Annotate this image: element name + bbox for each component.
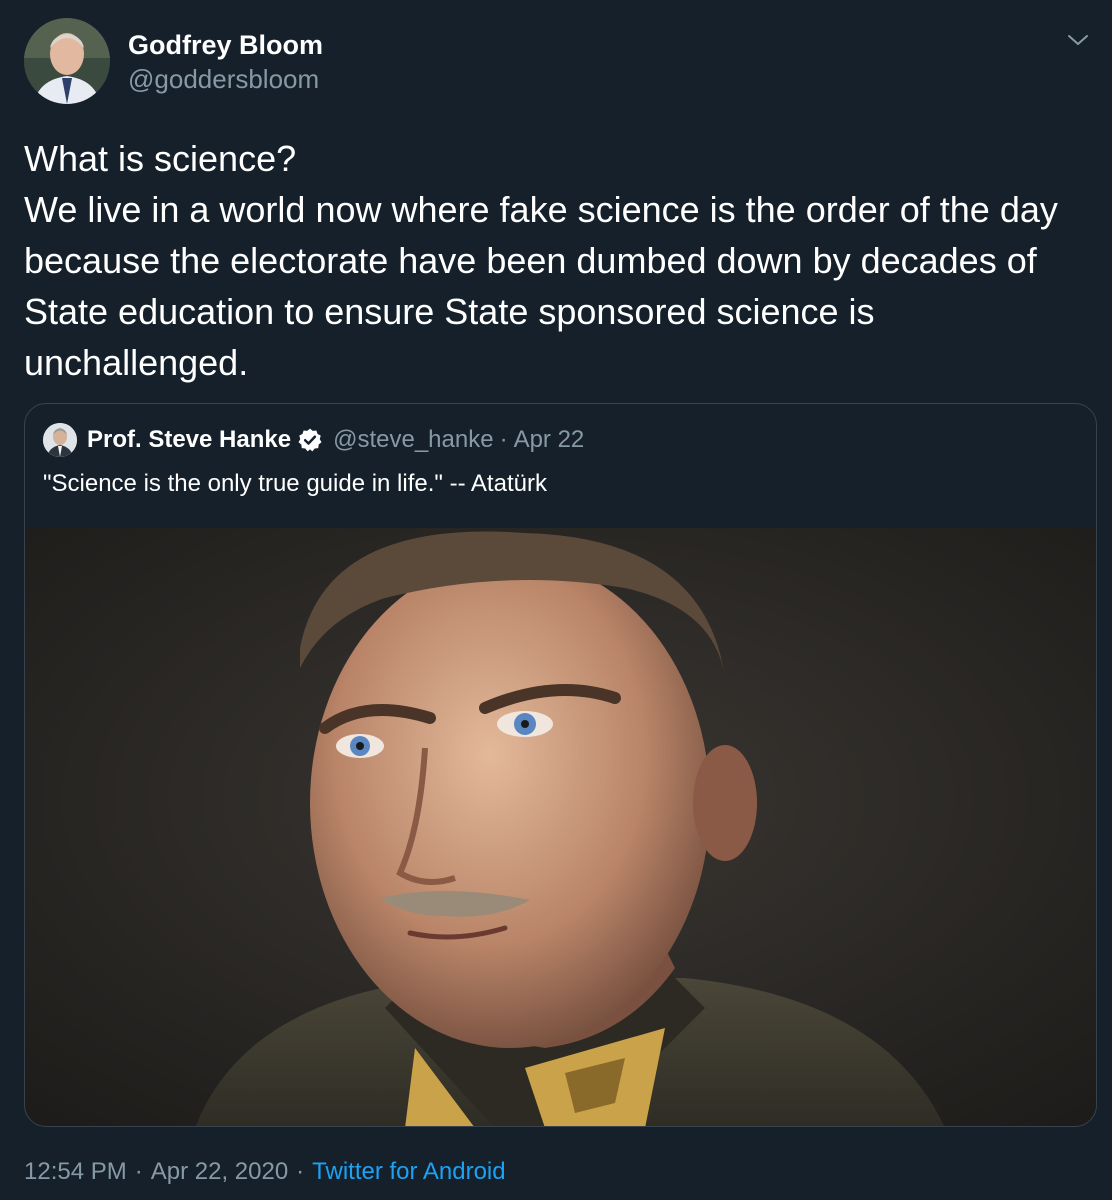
tweet-text: What is science? We live in a world now … bbox=[24, 138, 1058, 383]
quoted-media-image[interactable] bbox=[25, 528, 1097, 1127]
footer-separator-1: · bbox=[134, 1158, 143, 1185]
author-avatar[interactable] bbox=[24, 18, 110, 104]
quoted-display-name: Prof. Steve Hanke bbox=[87, 426, 292, 453]
quoted-tweet[interactable]: Prof. Steve Hanke @steve_hanke · Apr 22 … bbox=[24, 403, 1097, 1127]
tweet-card: Godfrey Bloom @goddersbloom What is scie… bbox=[0, 0, 1112, 1200]
tweet-header: Godfrey Bloom @goddersbloom bbox=[24, 18, 323, 104]
quoted-tweet-header: Prof. Steve Hanke @steve_hanke · Apr 22 bbox=[43, 422, 584, 458]
tweet-footer: 12:54 PM · Apr 22, 2020 · Twitter for An… bbox=[24, 1155, 506, 1189]
author-names: Godfrey Bloom @goddersbloom bbox=[128, 28, 323, 96]
quoted-author-avatar bbox=[43, 423, 77, 457]
quoted-separator: · bbox=[499, 426, 508, 453]
tweet-source-link[interactable]: Twitter for Android bbox=[312, 1155, 505, 1189]
tweet-time[interactable]: 12:54 PM bbox=[24, 1155, 127, 1189]
author-handle[interactable]: @goddersbloom bbox=[128, 62, 323, 96]
quoted-date: Apr 22 bbox=[513, 426, 585, 453]
quoted-tweet-text: "Science is the only true guide in life.… bbox=[43, 470, 547, 497]
author-display-name[interactable]: Godfrey Bloom bbox=[128, 28, 323, 62]
footer-separator-2: · bbox=[296, 1158, 305, 1185]
verified-badge-icon bbox=[298, 428, 322, 452]
tweet-date[interactable]: Apr 22, 2020 bbox=[151, 1155, 288, 1189]
quoted-handle: @steve_hanke bbox=[333, 426, 494, 453]
chevron-down-icon[interactable] bbox=[1066, 30, 1090, 50]
